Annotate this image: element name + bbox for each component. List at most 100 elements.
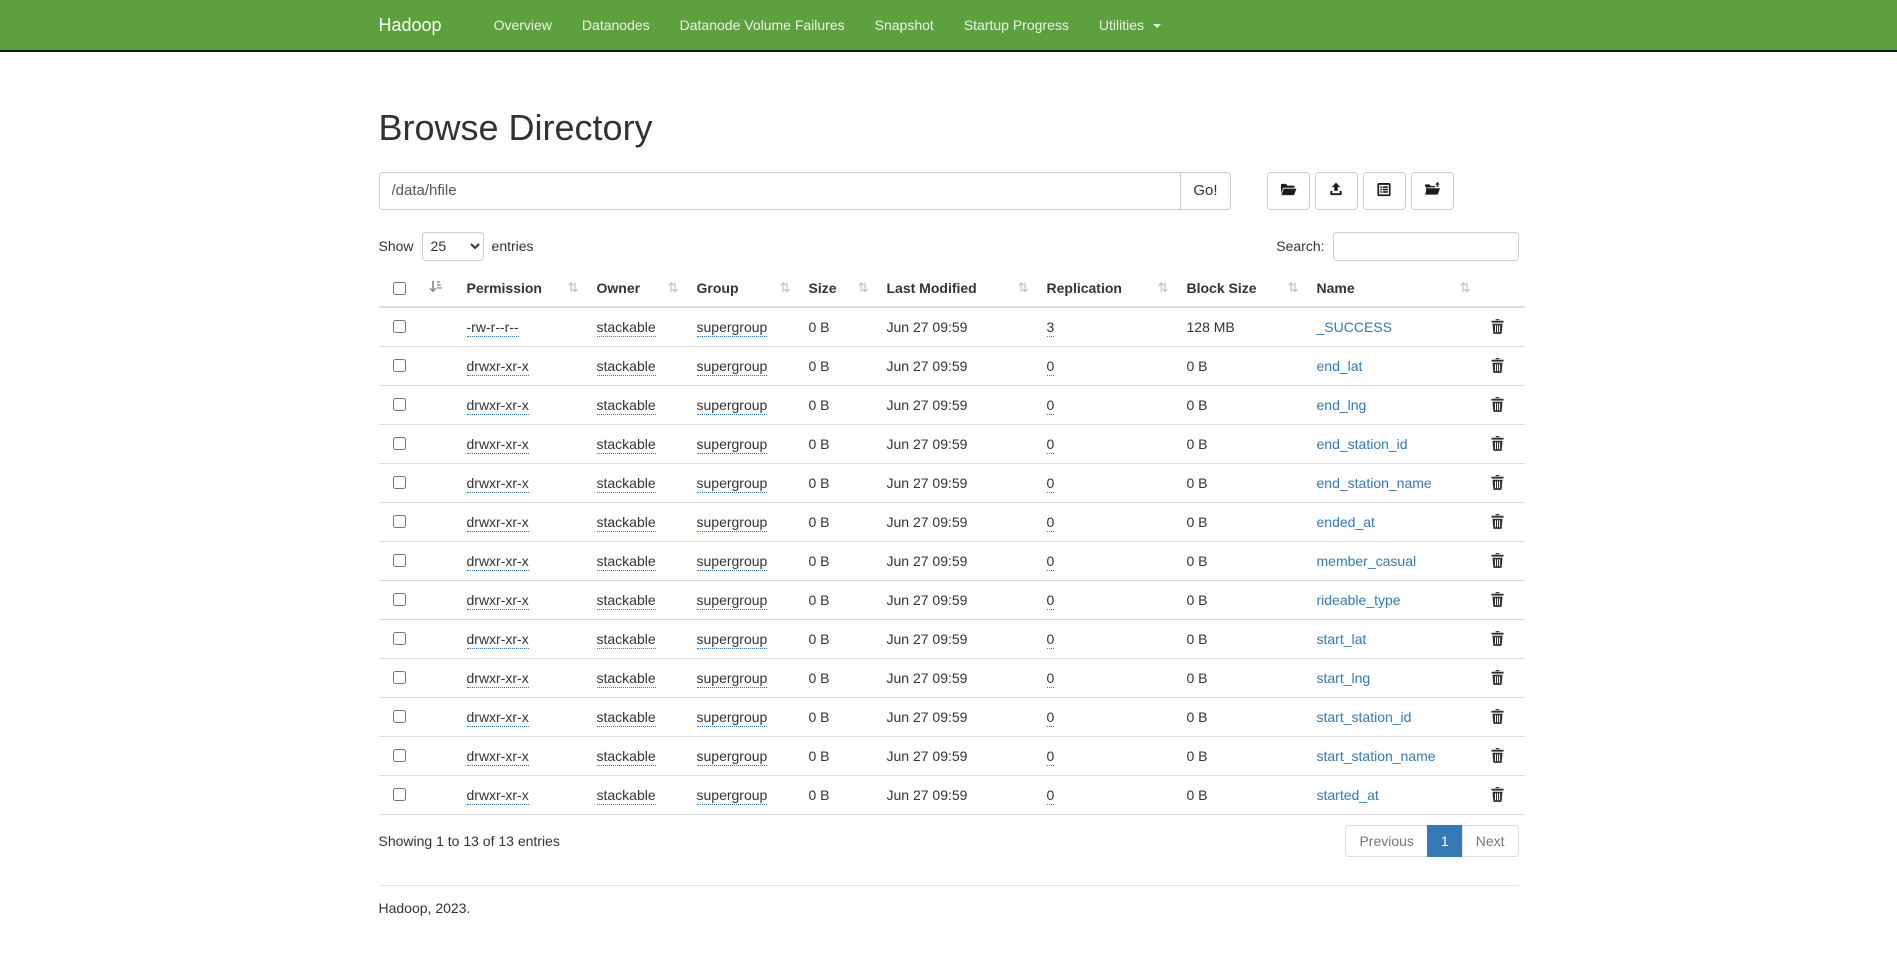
group-value[interactable]: supergroup <box>697 475 768 493</box>
brand-link[interactable]: Hadoop <box>379 0 457 50</box>
permission-value[interactable]: drwxr-xr-x <box>467 358 529 376</box>
owner-value[interactable]: stackable <box>597 592 656 610</box>
replication-value[interactable]: 0 <box>1047 553 1055 571</box>
permission-value[interactable]: drwxr-xr-x <box>467 748 529 766</box>
delete-button[interactable] <box>1489 395 1506 414</box>
row-checkbox[interactable] <box>393 515 406 528</box>
nav-link-datanode-volume-failures[interactable]: Datanode Volume Failures <box>665 0 860 50</box>
page-size-select[interactable]: 25 <box>422 232 484 261</box>
file-link[interactable]: end_lng <box>1317 397 1367 413</box>
row-checkbox[interactable] <box>393 593 406 606</box>
permission-value[interactable]: drwxr-xr-x <box>467 631 529 649</box>
replication-value[interactable]: 0 <box>1047 631 1055 649</box>
nav-link-startup-progress[interactable]: Startup Progress <box>949 0 1084 50</box>
owner-value[interactable]: stackable <box>597 670 656 688</box>
group-value[interactable]: supergroup <box>697 319 768 337</box>
owner-value[interactable]: stackable <box>597 709 656 727</box>
row-checkbox[interactable] <box>393 554 406 567</box>
delete-button[interactable] <box>1489 707 1506 726</box>
delete-button[interactable] <box>1489 317 1506 336</box>
permission-value[interactable]: drwxr-xr-x <box>467 787 529 805</box>
permission-value[interactable]: -rw-r--r-- <box>467 319 519 337</box>
row-checkbox[interactable] <box>393 476 406 489</box>
delete-button[interactable] <box>1489 356 1506 375</box>
file-link[interactable]: ended_at <box>1317 514 1375 530</box>
file-link[interactable]: member_casual <box>1317 553 1417 569</box>
permission-value[interactable]: drwxr-xr-x <box>467 709 529 727</box>
row-checkbox[interactable] <box>393 788 406 801</box>
header-size[interactable]: Size⇅ <box>799 271 877 307</box>
row-checkbox[interactable] <box>393 320 406 333</box>
pagination-next[interactable]: Next <box>1463 825 1519 857</box>
permission-value[interactable]: drwxr-xr-x <box>467 514 529 532</box>
group-value[interactable]: supergroup <box>697 670 768 688</box>
row-checkbox[interactable] <box>393 632 406 645</box>
group-value[interactable]: supergroup <box>697 709 768 727</box>
owner-value[interactable]: stackable <box>597 436 656 454</box>
replication-value[interactable]: 0 <box>1047 436 1055 454</box>
owner-value[interactable]: stackable <box>597 514 656 532</box>
file-link[interactable]: end_station_id <box>1317 436 1408 452</box>
header-replication[interactable]: Replication⇅ <box>1037 271 1177 307</box>
nav-link-overview[interactable]: Overview <box>479 0 567 50</box>
file-link[interactable]: rideable_type <box>1317 592 1401 608</box>
delete-button[interactable] <box>1489 746 1506 765</box>
header-permission[interactable]: Permission⇅ <box>457 271 587 307</box>
go-button[interactable]: Go! <box>1180 172 1230 210</box>
delete-button[interactable] <box>1489 473 1506 492</box>
create-directory-button[interactable] <box>1267 172 1310 210</box>
group-value[interactable]: supergroup <box>697 592 768 610</box>
owner-value[interactable]: stackable <box>597 631 656 649</box>
replication-value[interactable]: 0 <box>1047 748 1055 766</box>
owner-value[interactable]: stackable <box>597 787 656 805</box>
replication-value[interactable]: 0 <box>1047 358 1055 376</box>
permission-value[interactable]: drwxr-xr-x <box>467 397 529 415</box>
group-value[interactable]: supergroup <box>697 787 768 805</box>
group-value[interactable]: supergroup <box>697 514 768 532</box>
pagination-page-1[interactable]: 1 <box>1428 825 1463 857</box>
row-checkbox[interactable] <box>393 359 406 372</box>
row-checkbox[interactable] <box>393 437 406 450</box>
header-group[interactable]: Group⇅ <box>687 271 799 307</box>
header-last-modified[interactable]: Last Modified⇅ <box>877 271 1037 307</box>
group-value[interactable]: supergroup <box>697 358 768 376</box>
header-name[interactable]: Name⇅ <box>1307 271 1479 307</box>
replication-value[interactable]: 3 <box>1047 319 1055 337</box>
delete-button[interactable] <box>1489 629 1506 648</box>
directory-path-input[interactable] <box>379 172 1182 210</box>
replication-value[interactable]: 0 <box>1047 475 1055 493</box>
owner-value[interactable]: stackable <box>597 358 656 376</box>
file-link[interactable]: end_station_name <box>1317 475 1432 491</box>
group-value[interactable]: supergroup <box>697 397 768 415</box>
header-sort-indicator[interactable] <box>419 271 457 307</box>
row-checkbox[interactable] <box>393 749 406 762</box>
replication-value[interactable]: 0 <box>1047 397 1055 415</box>
group-value[interactable]: supergroup <box>697 553 768 571</box>
header-block-size[interactable]: Block Size⇅ <box>1177 271 1307 307</box>
row-checkbox[interactable] <box>393 710 406 723</box>
delete-button[interactable] <box>1489 551 1506 570</box>
header-owner[interactable]: Owner⇅ <box>587 271 687 307</box>
nav-link-datanodes[interactable]: Datanodes <box>567 0 665 50</box>
delete-button[interactable] <box>1489 512 1506 531</box>
owner-value[interactable]: stackable <box>597 397 656 415</box>
group-value[interactable]: supergroup <box>697 631 768 649</box>
file-link[interactable]: started_at <box>1317 787 1379 803</box>
select-all-checkbox[interactable] <box>393 282 406 295</box>
file-link[interactable]: start_station_id <box>1317 709 1412 725</box>
owner-value[interactable]: stackable <box>597 319 656 337</box>
nav-link-utilities[interactable]: Utilities <box>1084 0 1176 50</box>
file-link[interactable]: start_lat <box>1317 631 1367 647</box>
group-value[interactable]: supergroup <box>697 436 768 454</box>
delete-button[interactable] <box>1489 434 1506 453</box>
nav-link-snapshot[interactable]: Snapshot <box>860 0 949 50</box>
group-value[interactable]: supergroup <box>697 748 768 766</box>
pagination-previous[interactable]: Previous <box>1345 825 1427 857</box>
paste-into-folder-button[interactable] <box>1411 172 1454 210</box>
permission-value[interactable]: drwxr-xr-x <box>467 436 529 454</box>
owner-value[interactable]: stackable <box>597 553 656 571</box>
replication-value[interactable]: 0 <box>1047 514 1055 532</box>
replication-value[interactable]: 0 <box>1047 592 1055 610</box>
file-link[interactable]: _SUCCESS <box>1317 319 1392 335</box>
owner-value[interactable]: stackable <box>597 748 656 766</box>
